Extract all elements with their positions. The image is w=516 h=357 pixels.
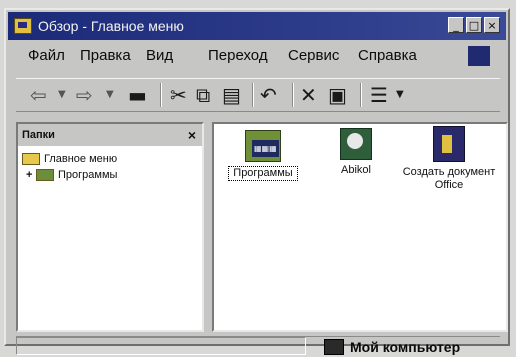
toolbar-divider [252,83,254,107]
folders-pane-header: Папки × [18,124,202,146]
item-label: Создать документ Office [402,166,496,191]
new-office-doc-icon [433,126,465,162]
status-panel [16,337,306,355]
maximize-button[interactable]: □ [466,17,482,33]
windows-logo-icon [468,46,490,66]
tree-item-label: Программы [58,169,118,181]
item-abikol[interactable]: Abikol [326,128,386,177]
tree-item-main-menu[interactable]: Главное меню [22,152,117,166]
menu-bar: Файл Правка Вид Переход Сервис Справка [28,44,500,68]
back-dropdown-icon[interactable]: ▼ [58,83,66,107]
forward-dropdown-icon[interactable]: ▼ [106,83,114,107]
toolbar: ⇦ ▼ ⇨ ▼ ▬ ✂ ⧉ ▤ ↶ ✕ ▣ ☰ ▼ [16,78,500,112]
programs-folder-icon [36,169,54,182]
menu-view[interactable]: Вид [146,44,173,68]
folders-pane-title: Папки [22,129,55,141]
undo-icon[interactable]: ↶ [260,83,277,107]
close-pane-icon[interactable]: × [188,124,196,146]
folder-icon [22,153,40,166]
item-new-office-doc[interactable]: Создать документ Office [394,126,504,192]
properties-icon[interactable]: ▣ [328,83,347,107]
status-location: Мой компьютер [350,339,461,355]
expand-toggle[interactable]: + [26,168,36,182]
window-title: Обзор - Главное меню [38,18,184,34]
menu-tools[interactable]: Сервис [288,44,339,68]
explorer-window: Обзор - Главное меню _ □ × Файл Правка В… [4,8,510,355]
folder-up-icon[interactable]: ▬ [128,83,147,107]
menu-file[interactable]: Файл [28,44,65,68]
title-bar[interactable]: Обзор - Главное меню _ □ × [8,12,506,40]
views-dropdown-icon[interactable]: ▼ [396,83,404,107]
toolbar-divider [160,83,162,107]
back-icon[interactable]: ⇦ [30,83,47,107]
forward-icon[interactable]: ⇨ [76,83,93,107]
toolbar-divider [292,83,294,107]
abikol-shortcut-icon [340,128,372,160]
delete-icon[interactable]: ✕ [300,83,317,107]
programs-folder-icon [245,130,281,162]
minimize-button[interactable]: _ [448,17,464,33]
window-controls: _ □ × [448,17,500,33]
copy-icon[interactable]: ⧉ [196,83,210,107]
menu-edit[interactable]: Правка [80,44,131,68]
toolbar-divider [360,83,362,107]
explorer-icon[interactable] [14,18,32,34]
cut-icon[interactable]: ✂ [170,83,187,107]
close-button[interactable]: × [484,17,500,33]
tree-item-label: Главное меню [44,153,118,165]
menu-go[interactable]: Переход [208,44,268,68]
views-icon[interactable]: ☰ [370,83,388,107]
item-label: Программы [228,166,298,181]
paste-icon[interactable]: ▤ [222,83,241,107]
item-programs[interactable]: Программы [228,130,298,181]
folders-pane: Папки × Главное меню + Программы [16,122,204,332]
content-pane: Программы Abikol Создать документ Office [212,122,508,332]
status-bar: Мой компьютер [16,336,500,357]
item-label: Abikol [341,164,371,176]
menu-help[interactable]: Справка [358,44,417,68]
tree-item-programs[interactable]: + Программы [26,168,117,182]
